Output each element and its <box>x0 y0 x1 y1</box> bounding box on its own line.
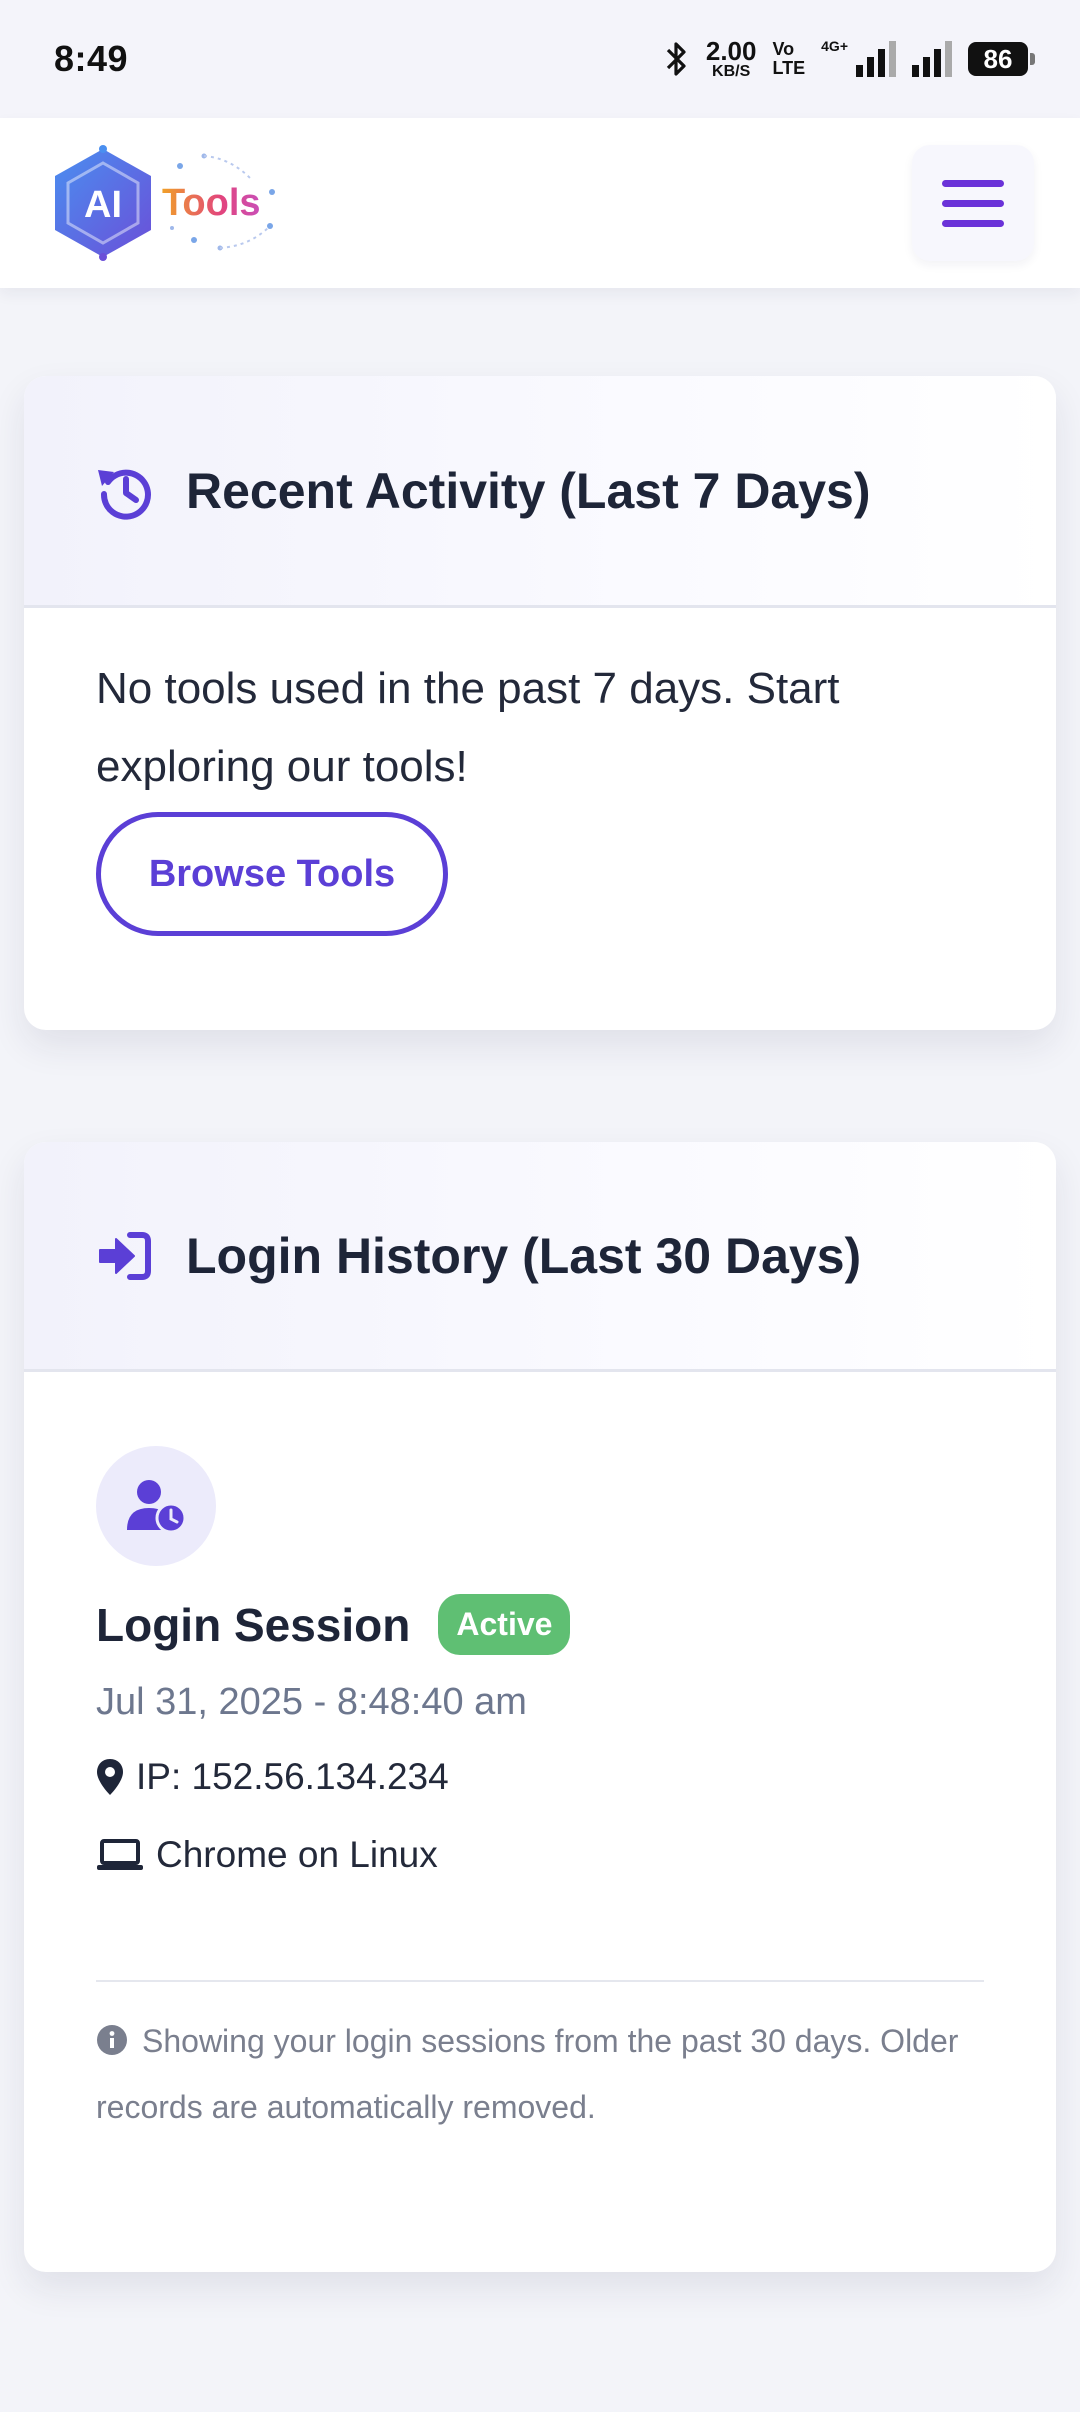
status-icons: 2.00 KB/S Vo LTE 4G+ 86 <box>664 36 1035 80</box>
status-time: 8:49 <box>54 38 129 79</box>
hamburger-icon-bar <box>942 179 1004 187</box>
status-bar: 8:49 2.00 KB/S Vo LTE 4G+ 86 <box>0 0 1080 118</box>
sign-in-icon <box>99 1231 151 1280</box>
login-history-body: Login Session Active Jul 31, 2025 - 8:48… <box>24 1372 1056 2140</box>
divider <box>96 1980 984 1982</box>
session-device: Chrome on Linux <box>156 1834 438 1875</box>
recent-activity-body: No tools used in the past 7 days. Start … <box>24 608 1056 936</box>
laptop-icon <box>97 1839 143 1870</box>
status-badge: Active <box>438 1594 571 1655</box>
site-logo[interactable]: AI Tools <box>48 138 278 268</box>
hamburger-icon-bar <box>942 219 1004 227</box>
session-ip-row: IP: 152.56.134.234 <box>96 1756 984 1798</box>
signal-icon-2 <box>912 41 952 77</box>
session-header: Login Session Active <box>96 1594 984 1655</box>
session-device-row: Chrome on Linux <box>96 1834 984 1876</box>
avatar <box>96 1446 216 1566</box>
session-ip: IP: 152.56.134.234 <box>136 1756 449 1797</box>
svg-text:AI: AI <box>84 184 122 226</box>
empty-state-message: No tools used in the past 7 days. Start … <box>96 664 840 791</box>
session-datetime: Jul 31, 2025 - 8:48:40 am <box>96 1681 527 1723</box>
battery-icon: 86 <box>968 42 1035 76</box>
browse-tools-button[interactable]: Browse Tools <box>96 812 448 936</box>
app-header: AI Tools <box>0 118 1080 288</box>
login-history-header: Login History (Last 30 Days) <box>24 1142 1056 1372</box>
signal-icon <box>856 41 896 77</box>
retention-note-text: Showing your login sessions from the pas… <box>96 2023 959 2125</box>
retention-note: Showing your login sessions from the pas… <box>96 2008 984 2140</box>
hamburger-icon-bar <box>942 199 1004 207</box>
menu-button[interactable] <box>912 145 1034 261</box>
logo-decoration <box>170 153 275 251</box>
login-history-card: Login History (Last 30 Days) Login Sessi… <box>24 1142 1056 2272</box>
session-title: Login Session <box>96 1598 411 1651</box>
info-circle-icon <box>97 2025 127 2055</box>
user-clock-icon <box>127 1480 187 1534</box>
recent-activity-title: Recent Activity (Last 7 Days) <box>186 462 871 519</box>
recent-activity-header: Recent Activity (Last 7 Days) <box>24 376 1056 608</box>
map-marker-icon <box>97 1759 123 1795</box>
volte-indicator: Vo LTE <box>772 39 806 78</box>
logo-hexagon-icon: AI <box>55 145 151 261</box>
network-speed: 2.00 KB/S <box>705 36 757 80</box>
network-type: 4G+ <box>821 38 848 54</box>
bluetooth-icon <box>666 42 686 76</box>
login-history-title: Login History (Last 30 Days) <box>186 1227 862 1284</box>
recent-activity-card: Recent Activity (Last 7 Days) No tools u… <box>24 376 1056 1030</box>
history-icon <box>98 469 151 520</box>
